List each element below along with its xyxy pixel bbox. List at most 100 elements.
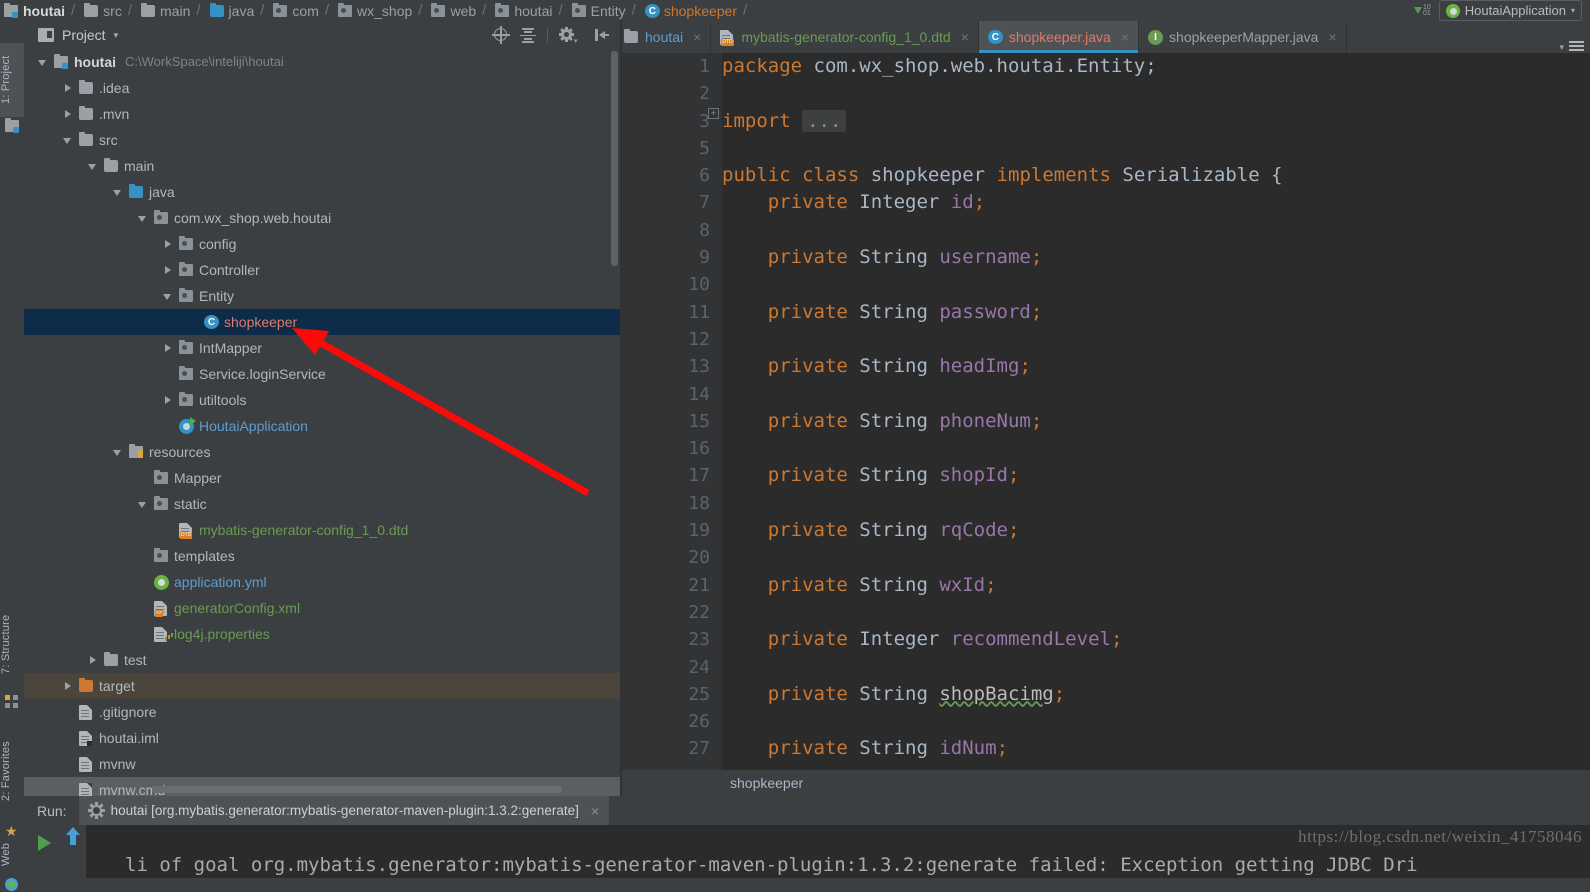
code-line[interactable]: private String shopBacimg; xyxy=(722,681,1590,708)
tool-window-tab-2--favorites[interactable]: 2: Favorites xyxy=(0,721,24,821)
tree-node-houtaiapplication[interactable]: HoutaiApplication xyxy=(24,413,620,439)
breadcrumb-item-src[interactable]: src / xyxy=(80,0,137,21)
tree-node-application-yml[interactable]: application.yml xyxy=(24,569,620,595)
code-line[interactable]: private Integer recommendLevel; xyxy=(722,626,1590,653)
editor-tab-shopkeeper-java[interactable]: Cshopkeeper.java × xyxy=(978,21,1140,53)
tree-node-shopkeeper[interactable]: Cshopkeeper xyxy=(24,309,620,335)
close-icon[interactable]: × xyxy=(693,29,701,45)
code-line[interactable]: private Integer id; xyxy=(722,189,1590,216)
code-line[interactable]: private String phoneNum; xyxy=(722,408,1590,435)
close-icon[interactable]: × xyxy=(591,803,599,819)
tree-node-target[interactable]: target xyxy=(24,673,620,699)
code-line[interactable]: public class shopkeeper implements Seria… xyxy=(722,162,1590,189)
tree-node-src[interactable]: src xyxy=(24,127,620,153)
code-line[interactable] xyxy=(722,381,1590,408)
tree-node-config[interactable]: config xyxy=(24,231,620,257)
code-line[interactable] xyxy=(722,490,1590,517)
tree-node--mvn[interactable]: .mvn xyxy=(24,101,620,127)
code-line[interactable] xyxy=(722,80,1590,107)
breadcrumb-item-houtai[interactable]: houtai / xyxy=(0,0,80,21)
close-icon[interactable]: × xyxy=(1121,29,1129,45)
tree-toggle-right-icon[interactable] xyxy=(63,109,74,120)
tree-node-entity[interactable]: Entity xyxy=(24,283,620,309)
tree-node-service-loginservice[interactable]: Service.loginService xyxy=(24,361,620,387)
tree-node-log4j-properties[interactable]: log4j.properties xyxy=(24,621,620,647)
editor-tab-houtai[interactable]: houtai × xyxy=(594,21,712,53)
tree-node--gitignore[interactable]: .gitignore xyxy=(24,699,620,725)
tree-toggle-right-icon[interactable] xyxy=(163,343,174,354)
tree-node-utiltools[interactable]: utiltools xyxy=(24,387,620,413)
code-line[interactable] xyxy=(722,544,1590,571)
tree-node-houtai[interactable]: houtai C:\WorkSpace\inteliji\houtai xyxy=(24,49,620,75)
breadcrumb-item-web[interactable]: web / xyxy=(427,0,491,21)
tree-toggle-right-icon[interactable] xyxy=(163,265,174,276)
breadcrumb-item-wx-shop[interactable]: wx_shop / xyxy=(334,0,427,21)
breadcrumb-item-com[interactable]: com / xyxy=(269,0,334,21)
tree-node-mapper[interactable]: Mapper xyxy=(24,465,620,491)
code-line[interactable]: import ... xyxy=(722,108,1590,135)
settings-gear-icon[interactable]: ▾ xyxy=(559,27,578,45)
tree-toggle-down-icon[interactable] xyxy=(63,135,74,146)
editor-tab-menu[interactable]: ▾ xyxy=(1559,41,1590,53)
run-configuration-tab[interactable]: houtai [org.mybatis.generator:mybatis-ge… xyxy=(78,796,610,825)
code-line[interactable]: private String rqCode; xyxy=(722,517,1590,544)
code-line[interactable]: private String username; xyxy=(722,244,1590,271)
code-line[interactable]: private String idNum; xyxy=(722,735,1590,762)
code-line[interactable] xyxy=(722,654,1590,681)
project-icon[interactable] xyxy=(5,118,19,134)
tree-node-java[interactable]: java xyxy=(24,179,620,205)
structure-icon[interactable] xyxy=(5,695,19,709)
tree-node-controller[interactable]: Controller xyxy=(24,257,620,283)
chevron-down-icon[interactable]: ▾ xyxy=(1559,42,1564,53)
tree-toggle-down-icon[interactable] xyxy=(113,187,124,198)
tree-toggle-down-icon[interactable] xyxy=(38,57,49,68)
tool-window-tab-web[interactable]: Web xyxy=(0,833,24,875)
editor-tab-shopkeepermapper-java[interactable]: IshopkeeperMapper.java × xyxy=(1139,21,1347,53)
download-dependencies-icon[interactable]: 10 01 xyxy=(1414,4,1431,17)
breadcrumb-item-shopkeeper[interactable]: Cshopkeeper / xyxy=(641,0,752,21)
breadcrumb-item-main[interactable]: main / xyxy=(137,0,206,21)
chevron-down-icon[interactable]: ▾ xyxy=(114,30,119,41)
tree-node-houtai-iml[interactable]: houtai.iml xyxy=(24,725,620,751)
code-line[interactable]: private String shopId; xyxy=(722,462,1590,489)
chevron-down-icon[interactable]: ▾ xyxy=(1571,6,1575,15)
breadcrumb-item-java[interactable]: java / xyxy=(206,0,270,21)
editor-tab-mybatis-generator-config-1-0-dtd[interactable]: DTD mybatis-generator-config_1_0.dtd × xyxy=(711,21,979,53)
tab-list-icon[interactable] xyxy=(1569,41,1584,53)
tool-window-tab-7--structure[interactable]: 7: Structure xyxy=(0,596,24,692)
tree-node-com-wx-shop-web-houtai[interactable]: com.wx_shop.web.houtai xyxy=(24,205,620,231)
run-console[interactable]: https://blog.csdn.net/weixin_41758046 li… xyxy=(86,825,1590,878)
play-icon[interactable] xyxy=(38,835,51,851)
tree-toggle-down-icon[interactable] xyxy=(113,447,124,458)
arrow-up-icon[interactable] xyxy=(66,827,80,845)
code-line[interactable]: private String wxId; xyxy=(722,572,1590,599)
tree-toggle-down-icon[interactable] xyxy=(138,213,149,224)
code-line[interactable] xyxy=(722,271,1590,298)
tree-node-resources[interactable]: resources xyxy=(24,439,620,465)
tree-toggle-right-icon[interactable] xyxy=(163,395,174,406)
tree-node-main[interactable]: main xyxy=(24,153,620,179)
code-line[interactable] xyxy=(722,708,1590,735)
close-icon[interactable]: × xyxy=(961,29,969,45)
tree-node-static[interactable]: static xyxy=(24,491,620,517)
editor-breadcrumb-label[interactable]: shopkeeper xyxy=(730,775,803,791)
project-tree[interactable]: houtai C:\WorkSpace\inteliji\houtai .idea.… xyxy=(24,49,620,796)
tree-toggle-right-icon[interactable] xyxy=(163,239,174,250)
tree-toggle-down-icon[interactable] xyxy=(163,291,174,302)
code-content[interactable]: package com.wx_shop.web.houtai.Entity; i… xyxy=(722,53,1590,778)
tree-toggle-down-icon[interactable] xyxy=(138,499,149,510)
tree-toggle-right-icon[interactable] xyxy=(63,83,74,94)
code-line[interactable] xyxy=(722,599,1590,626)
breadcrumb-item-entity[interactable]: Entity / xyxy=(568,0,641,21)
tool-window-tab-1--project[interactable]: 1: Project xyxy=(0,43,24,117)
tree-node-intmapper[interactable]: IntMapper xyxy=(24,335,620,361)
code-line[interactable]: private String password; xyxy=(722,299,1590,326)
tree-node-generatorconfig-xml[interactable]: <> generatorConfig.xml xyxy=(24,595,620,621)
breadcrumb-item-houtai[interactable]: houtai / xyxy=(491,0,567,21)
web-icon[interactable] xyxy=(5,878,19,892)
tree-toggle-right-icon[interactable] xyxy=(88,655,99,666)
code-line[interactable] xyxy=(722,435,1590,462)
tree-toggle-right-icon[interactable] xyxy=(63,681,74,692)
tree-node-mybatis-generator-config-1-0-dtd[interactable]: DTD mybatis-generator-config_1_0.dtd xyxy=(24,517,620,543)
tree-node-templates[interactable]: templates xyxy=(24,543,620,569)
